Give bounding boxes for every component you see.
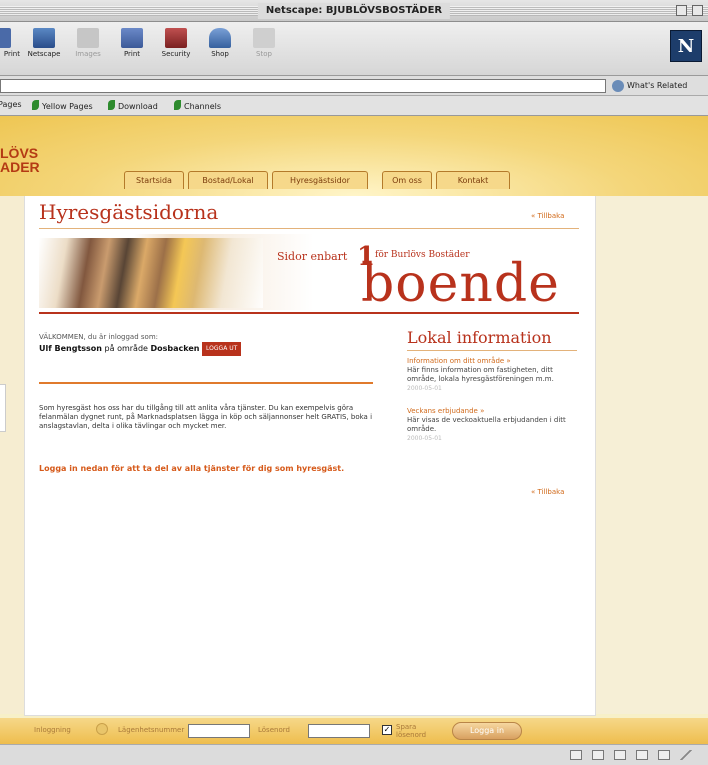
component-bar-icon[interactable] <box>658 750 670 760</box>
security-status-icon[interactable] <box>570 750 582 760</box>
stop-icon <box>253 28 275 48</box>
login-button[interactable]: Logga in <box>452 722 522 740</box>
banner-word: boende <box>361 254 560 314</box>
personal-item-yellow-pages[interactable]: Yellow Pages <box>32 100 93 111</box>
security-icon <box>165 28 187 48</box>
logout-button[interactable]: LOGGA UT <box>202 342 242 356</box>
remember-password-checkbox[interactable]: ✓ <box>382 725 392 735</box>
apartment-label: Lägenhetsnummer <box>118 726 185 734</box>
login-bar: Inloggning Lägenhetsnummer Lösenord ✓ Sp… <box>0 718 708 744</box>
collapse-box-button[interactable] <box>692 5 703 16</box>
welcome-divider <box>39 382 373 384</box>
content-panel: Hyresgästsidorna « Tillbaka Sidor enbart… <box>24 196 596 716</box>
connection-icon[interactable] <box>592 750 604 760</box>
toolbar-button-security[interactable]: Security <box>154 26 198 72</box>
local-info: Lokal information Information om ditt om… <box>407 328 579 457</box>
shop-icon <box>209 28 231 48</box>
user-name: Ulf Bengtsson <box>39 344 102 353</box>
welcome-text: VÄLKOMMEN, du är inloggad som: <box>39 333 158 341</box>
bookmark-icon <box>174 100 181 110</box>
boende-banner: Sidor enbart 1 för Burlövs Bostäder boen… <box>39 234 567 314</box>
navigation-toolbar: Print Netscape Images Print Security Sho… <box>0 22 708 76</box>
banner-slogan: Sidor enbart <box>277 250 348 263</box>
personal-item-channels[interactable]: Channels <box>174 100 221 111</box>
netscape-logo[interactable]: N <box>670 30 702 62</box>
area-info-text: Här finns information om fastigheten, di… <box>407 366 554 383</box>
whats-related-button[interactable]: What's Related <box>612 78 687 94</box>
left-margin <box>0 196 24 714</box>
print-icon <box>0 28 11 48</box>
remember-password-label: Spara lösenord <box>396 723 427 739</box>
status-bar <box>0 744 708 765</box>
apartment-number-input[interactable] <box>188 724 250 738</box>
banner-underline <box>39 312 579 314</box>
residents-photo <box>39 238 263 308</box>
bookmark-icon <box>108 100 115 110</box>
nav-tab-kontakt[interactable]: Kontakt <box>436 171 510 189</box>
personal-item-pages[interactable]: Pages <box>0 100 22 109</box>
site-logo[interactable]: LÖVS ADER <box>0 146 40 174</box>
area-info-link[interactable]: Information om ditt område » <box>407 357 579 366</box>
bookmark-icon <box>32 100 39 110</box>
toolbar-button-print[interactable]: Print <box>110 26 154 72</box>
right-margin <box>596 196 708 714</box>
welcome-block: VÄLKOMMEN, du är inloggad som: Ulf Bengt… <box>39 332 379 356</box>
web-page: LÖVS ADER Startsida Bostad/Lokal Hyresgä… <box>0 116 708 743</box>
location-bar: What's Related <box>0 76 708 96</box>
weekly-offer-text: Här visas de veckoaktuella erbjudanden i… <box>407 416 566 433</box>
toolbar-button-images[interactable]: Images <box>66 26 110 72</box>
area-info-date: 2000-05-01 <box>407 385 442 392</box>
weekly-offer-link[interactable]: Veckans erbjudande » <box>407 407 579 416</box>
netscape-icon <box>33 28 55 48</box>
personal-toolbar: Pages Yellow Pages Download Channels <box>0 96 708 116</box>
site-header: LÖVS ADER Startsida Bostad/Lokal Hyresgä… <box>0 116 708 196</box>
url-input[interactable] <box>0 79 606 93</box>
composer-icon[interactable] <box>636 750 648 760</box>
password-input[interactable] <box>308 724 370 738</box>
side-tab[interactable] <box>0 384 6 432</box>
intro-paragraph: Som hyresgäst hos oss har du tillgång ti… <box>39 404 373 430</box>
personal-item-download[interactable]: Download <box>108 100 158 111</box>
local-info-heading: Lokal information <box>407 328 552 347</box>
nav-tab-startsida[interactable]: Startsida <box>124 171 184 189</box>
nav-tab-om-oss[interactable]: Om oss <box>382 171 432 189</box>
resize-grip-icon[interactable] <box>680 750 692 760</box>
page-title: Hyresgästsidorna <box>39 200 219 224</box>
title-divider <box>39 228 579 229</box>
login-prompt: Logga in nedan för att ta del av alla tj… <box>39 464 345 473</box>
area-name: Dosbacken <box>150 344 200 353</box>
netscape-window: { "window": { "title": "Netscape: BJUBLÖ… <box>0 0 708 765</box>
images-icon <box>77 28 99 48</box>
print-icon <box>121 28 143 48</box>
toolbar-button-shop[interactable]: Shop <box>198 26 242 72</box>
back-link-bottom[interactable]: « Tillbaka <box>531 488 564 496</box>
toolbar-button-netscape[interactable]: Netscape <box>22 26 66 72</box>
weekly-offer-date: 2000-05-01 <box>407 435 442 442</box>
toolbar-button-stop[interactable]: Stop <box>242 26 286 72</box>
title-bar[interactable]: Netscape: BJUBLÖVSBOSTÄDER <box>0 0 708 22</box>
back-link-top[interactable]: « Tillbaka <box>531 212 564 220</box>
nav-tab-hyresgastsidor[interactable]: Hyresgästsidor <box>272 171 368 189</box>
zoom-box-button[interactable] <box>676 5 687 16</box>
toolbar-button-print-cut[interactable]: Print <box>0 26 22 72</box>
nav-tab-bostad-lokal[interactable]: Bostad/Lokal <box>188 171 268 189</box>
mail-icon[interactable] <box>614 750 626 760</box>
password-label: Lösenord <box>258 726 290 734</box>
help-icon[interactable] <box>96 723 108 735</box>
window-title: Netscape: BJUBLÖVSBOSTÄDER <box>257 3 451 19</box>
login-hint: Inloggning <box>34 726 71 734</box>
related-icon <box>612 79 624 92</box>
